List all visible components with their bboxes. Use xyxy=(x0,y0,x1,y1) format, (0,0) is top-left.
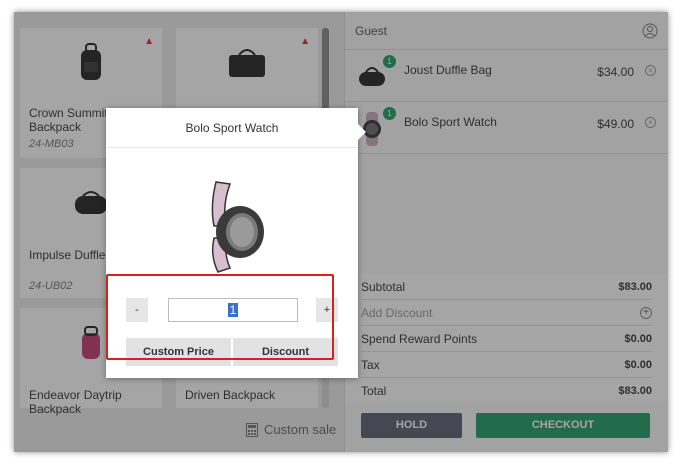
popup-title: Bolo Sport Watch xyxy=(106,108,358,148)
annotation-highlight-box xyxy=(106,274,334,360)
popup-arrow xyxy=(358,124,366,140)
product-image xyxy=(211,181,264,273)
pos-window: ▲ Crown Summit Backpack 24-MB03 ▲ Impuls… xyxy=(14,12,668,452)
